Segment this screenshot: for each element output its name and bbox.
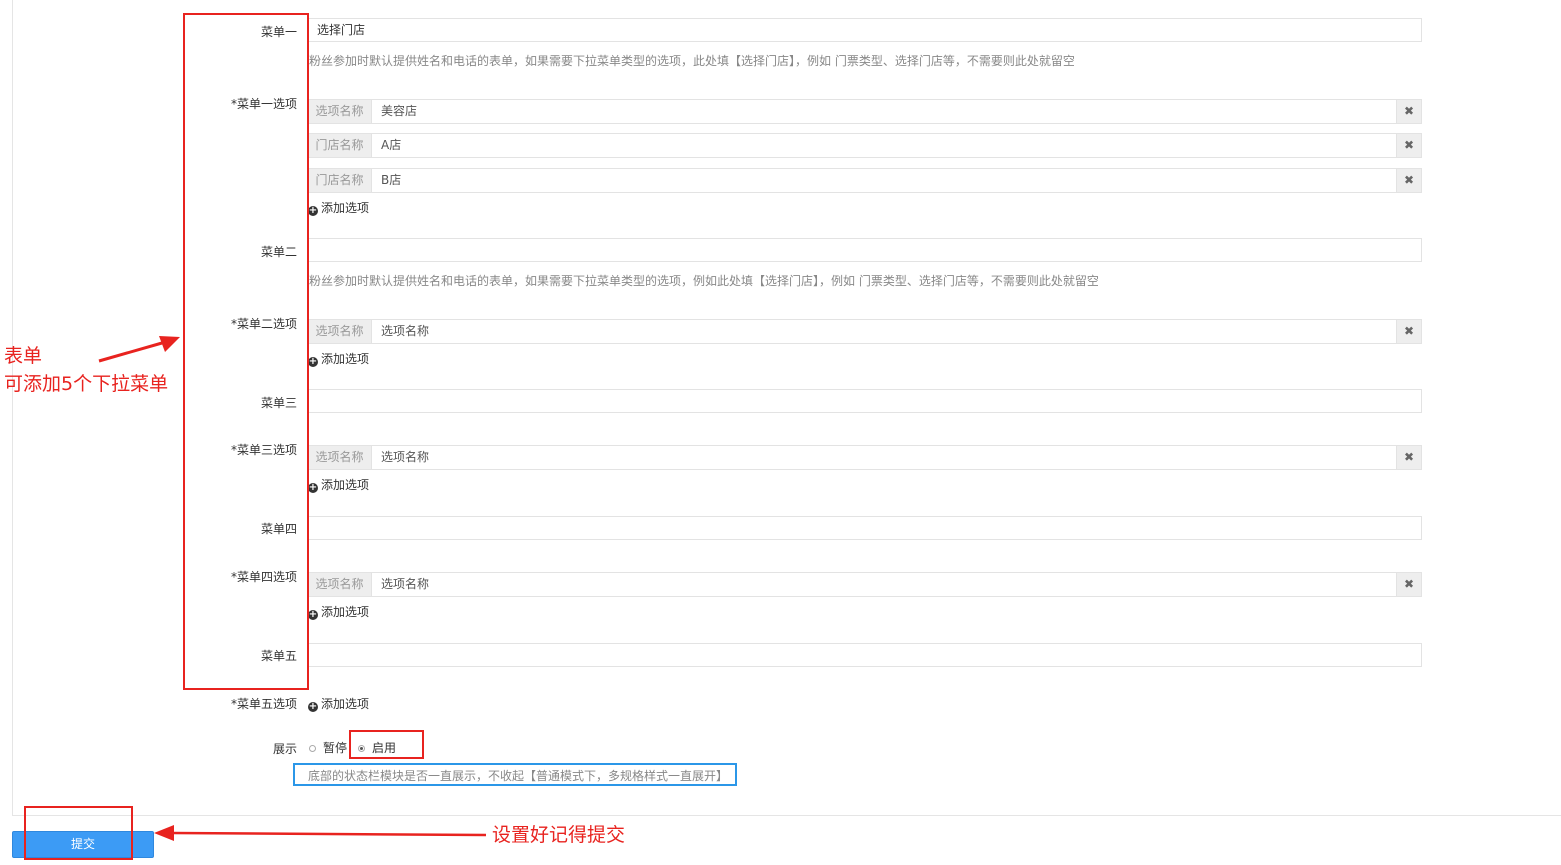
annotation-arrow-form [98,341,163,363]
annotation-arrow-form-head [159,336,180,352]
annotation-arrow-submit [171,831,487,837]
annotation-arrow-submit-head [154,825,174,841]
annotation-arrows [98,336,487,841]
